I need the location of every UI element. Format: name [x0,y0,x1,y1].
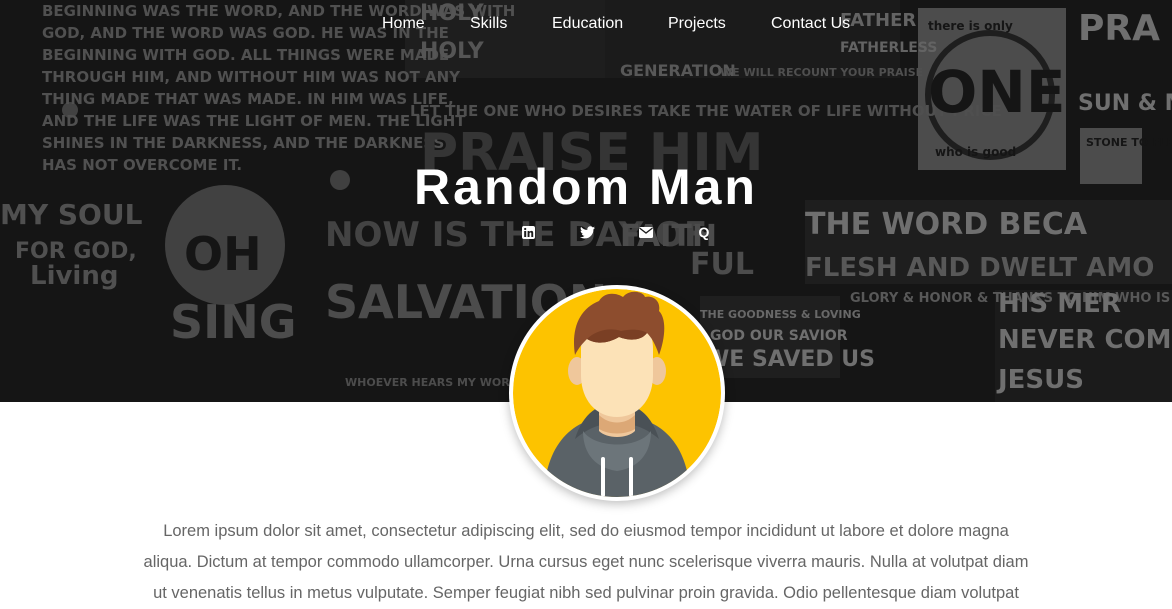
profile-avatar [509,285,725,501]
quora-icon: Q [698,224,710,240]
profile-name: Random Man [414,159,758,215]
bio-text: Lorem ipsum dolor sit amet, consectetur … [143,522,1029,602]
envelope-icon [639,226,653,238]
linkedin-link[interactable] [518,222,538,242]
nav-projects[interactable]: Projects [668,13,726,35]
avatar-illustration [513,289,721,497]
quora-link[interactable]: Q [694,222,714,242]
main-nav: Home Skills Education Projects Contact U… [0,13,1172,35]
social-links: Q [0,222,1172,242]
linkedin-icon [521,225,535,239]
twitter-link[interactable] [577,222,597,242]
email-link[interactable] [636,222,656,242]
nav-education[interactable]: Education [552,13,623,35]
nav-contact-us[interactable]: Contact Us [771,13,850,35]
twitter-icon [579,225,595,238]
nav-home[interactable]: Home [382,13,425,35]
nav-skills[interactable]: Skills [470,13,507,35]
